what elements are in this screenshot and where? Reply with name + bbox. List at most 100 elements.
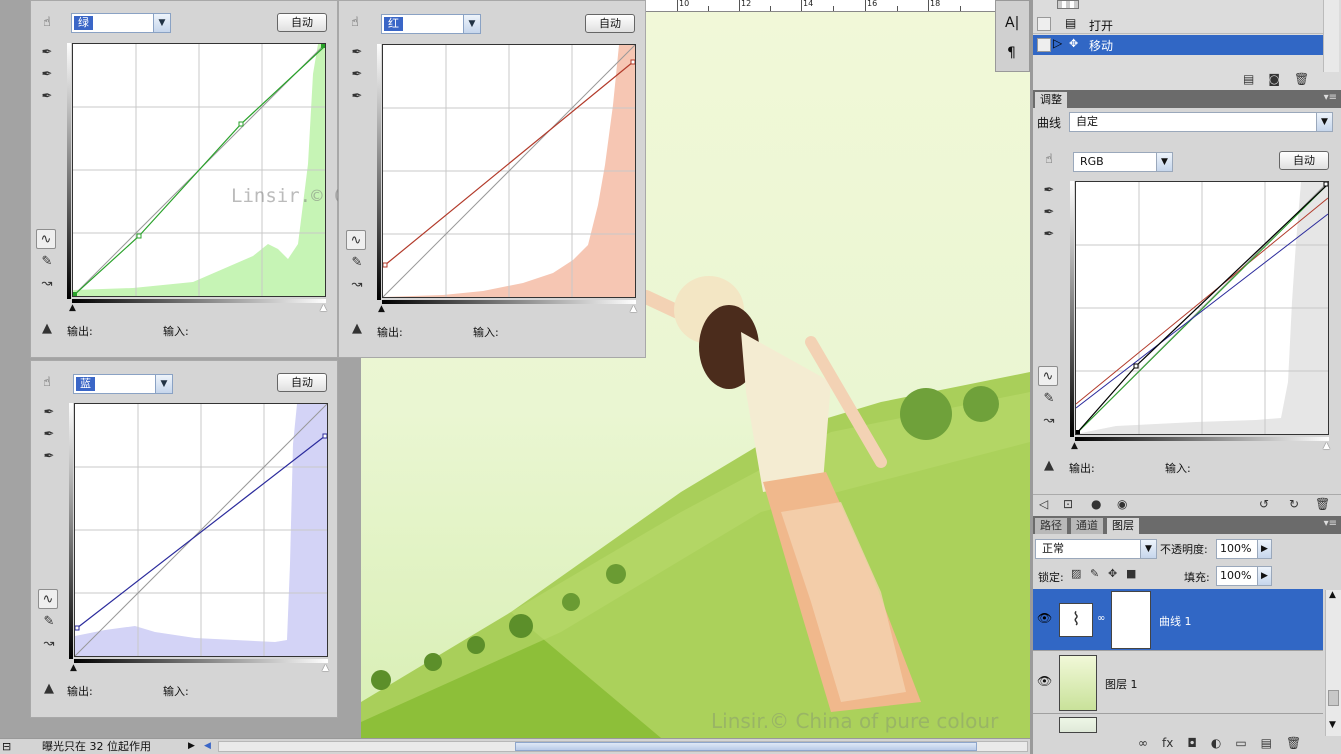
tab-adjustments[interactable]: 调整 [1035,92,1067,108]
trash-icon[interactable]: 🗑 [1315,497,1330,511]
black-point-slider-icon[interactable]: ▲ [378,304,385,314]
new-document-icon[interactable]: ▤ [1243,72,1254,86]
smooth-icon[interactable]: ↝ [347,275,367,295]
chevron-down-icon[interactable]: ▼ [1140,540,1156,558]
layer-thumbnail[interactable] [1059,717,1097,733]
scroll-up-icon[interactable]: ▲ [1329,590,1336,600]
channel-select-blue[interactable]: 蓝 ▼ [73,374,173,394]
auto-button[interactable]: 自动 [585,14,635,33]
chevron-right-icon[interactable]: ▶ [1257,540,1271,558]
curve-point-tool-icon[interactable]: ∿ [36,229,56,249]
trash-icon[interactable]: 🗑 [1294,72,1309,86]
white-eyedropper-icon[interactable]: ✒ [1039,225,1059,245]
curve-graph[interactable] [72,43,326,297]
black-point-slider-icon[interactable]: ▲ [69,303,76,313]
new-layer-icon[interactable]: ▤ [1261,736,1272,750]
white-point-slider-icon[interactable]: ▲ [320,303,327,313]
pencil-icon[interactable]: ✎ [1039,389,1059,409]
back-arrow-icon[interactable]: ◁ [1039,497,1048,511]
white-point-slider-icon[interactable]: ▲ [322,663,329,673]
history-checkbox[interactable] [1037,38,1051,52]
black-eyedropper-icon[interactable]: ✒ [37,43,57,63]
link-icon[interactable]: ∞ [1097,613,1105,624]
panel-menu-icon[interactable]: ▾≡ [1324,92,1337,103]
auto-button[interactable]: 自动 [277,13,327,32]
black-point-slider-icon[interactable]: ▲ [70,663,77,673]
clipping-icon[interactable]: ▲ [1039,456,1059,476]
visibility-eye-icon[interactable]: 👁 [1037,611,1052,625]
history-item[interactable]: ▤ 打开 [1033,14,1323,34]
fill-input[interactable]: 100% ▶ [1216,566,1272,586]
tab-paths[interactable]: 路径 [1035,518,1067,534]
smooth-icon[interactable]: ↝ [37,274,57,294]
curve-point-tool-icon[interactable]: ∿ [346,230,366,250]
panel-menu-icon[interactable]: ▾≡ [1324,518,1337,529]
chevron-down-icon[interactable]: ▼ [153,14,170,32]
white-eyedropper-icon[interactable]: ✒ [37,87,57,107]
curve-point-tool-icon[interactable]: ∿ [1038,366,1058,386]
auto-button[interactable]: 自动 [277,373,327,392]
lock-transparency-icon[interactable]: ▨ [1071,567,1081,580]
smooth-icon[interactable]: ↝ [1039,411,1059,431]
history-state-slider-icon[interactable]: ▷ [1053,36,1062,50]
on-image-adjust-icon[interactable]: ☝ [37,13,57,33]
clipping-icon[interactable]: ▲ [39,679,59,699]
layer-thumbnail[interactable] [1059,655,1097,711]
layer-row-partial[interactable] [1033,715,1323,733]
pencil-icon[interactable]: ✎ [37,252,57,272]
scroll-thumb[interactable] [515,742,977,751]
on-image-adjust-icon[interactable]: ☝ [37,373,57,393]
chevron-down-icon[interactable]: ▼ [463,15,480,33]
white-point-slider-icon[interactable]: ▲ [1323,441,1330,451]
trash-icon[interactable]: 🗑 [1286,736,1301,750]
white-eyedropper-icon[interactable]: ✒ [347,87,367,107]
layer-style-icon[interactable]: fx [1162,736,1173,750]
history-checkbox[interactable] [1037,17,1051,31]
pencil-icon[interactable]: ✎ [39,612,59,632]
visibility-eye-icon[interactable]: 👁 [1037,674,1052,688]
auto-button[interactable]: 自动 [1279,151,1329,170]
scroll-down-icon[interactable]: ▼ [1329,720,1336,730]
add-mask-icon[interactable]: ◘ [1187,736,1197,750]
smooth-icon[interactable]: ↝ [39,634,59,654]
on-image-adjust-icon[interactable]: ☝ [345,13,365,33]
curve-point-tool-icon[interactable]: ∿ [38,589,58,609]
curve-graph[interactable] [1075,181,1329,435]
lock-all-icon[interactable]: ■ [1126,567,1136,580]
chevron-down-icon[interactable]: ▼ [155,375,172,393]
clip-to-layer-icon[interactable]: ● [1091,497,1101,511]
adjustment-layer-icon[interactable]: ◐ [1211,736,1221,750]
channel-select-green[interactable]: 绿 ▼ [71,13,171,33]
layer-row-curves[interactable]: 👁 ⌇ ∞ 曲线 1 [1033,589,1323,651]
white-point-slider-icon[interactable]: ▲ [630,304,637,314]
channel-select-red[interactable]: 红 ▼ [381,14,481,34]
clipping-icon[interactable]: ▲ [37,319,57,339]
gray-eyedropper-icon[interactable]: ✒ [1039,203,1059,223]
curve-graph[interactable] [382,44,636,298]
black-eyedropper-icon[interactable]: ✒ [39,403,59,423]
camera-icon[interactable]: ◙ [1268,72,1280,86]
black-eyedropper-icon[interactable]: ✒ [347,43,367,63]
channel-select-rgb[interactable]: RGB ▼ [1073,152,1173,172]
gray-eyedropper-icon[interactable]: ✒ [347,65,367,85]
horizontal-scrollbar[interactable] [218,741,1028,752]
new-group-icon[interactable]: ▭ [1235,736,1246,750]
gray-eyedropper-icon[interactable]: ✒ [37,65,57,85]
clipping-icon[interactable]: ▲ [347,319,367,339]
tab-channels[interactable]: 通道 [1071,518,1103,534]
chevron-right-icon[interactable]: ▶ [1257,567,1271,585]
status-menu-arrow-icon[interactable]: ▶ [188,739,195,754]
black-eyedropper-icon[interactable]: ✒ [1039,181,1059,201]
visibility-eye-icon[interactable]: ◉ [1117,497,1127,511]
history-item-active[interactable]: ▷ ✥ 移动 [1033,35,1323,55]
chevron-down-icon[interactable]: ▼ [1156,153,1172,171]
white-eyedropper-icon[interactable]: ✒ [39,447,59,467]
reset-icon[interactable]: ↻ [1289,497,1299,511]
on-image-adjust-icon[interactable]: ☝ [1039,150,1059,170]
pencil-icon[interactable]: ✎ [347,253,367,273]
lock-position-icon[interactable]: ✥ [1108,567,1117,580]
lock-image-icon[interactable]: ✎ [1090,567,1099,580]
preset-select[interactable]: 自定 ▼ [1069,112,1333,132]
blend-mode-select[interactable]: 正常 ▼ [1035,539,1157,559]
paragraph-icon[interactable]: ¶ [1007,45,1016,61]
